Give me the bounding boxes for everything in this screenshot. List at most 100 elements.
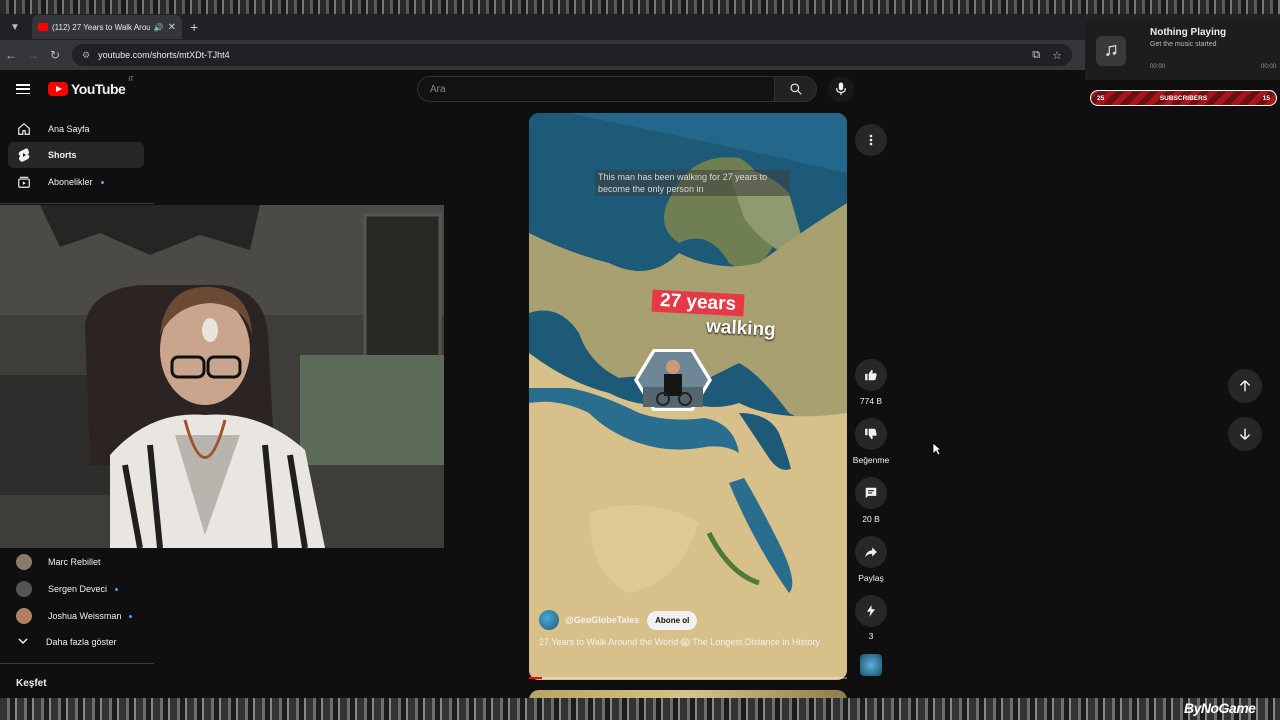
sidebar-item-subscriptions[interactable]: Abonelikler bbox=[8, 169, 144, 195]
menu-icon[interactable] bbox=[16, 84, 30, 94]
explore-heading: Keşfet bbox=[16, 678, 47, 689]
like-button[interactable] bbox=[855, 359, 887, 391]
video-caption: This man has been walking for 27 years t… bbox=[595, 170, 790, 196]
short-title[interactable]: 27 Years to Walk Around the World 😱 The … bbox=[539, 637, 839, 648]
thumbs-down-icon bbox=[865, 428, 877, 440]
tab-title: (112) 27 Years to Walk Arou bbox=[52, 22, 150, 32]
subscription-label: Marc Rebillet bbox=[48, 557, 101, 567]
remix-icon bbox=[866, 605, 876, 617]
remix-button[interactable] bbox=[855, 595, 887, 627]
dislike-label: Beğenme bbox=[852, 455, 890, 465]
shorts-icon bbox=[16, 147, 32, 163]
channel-avatar[interactable] bbox=[539, 610, 559, 630]
walker-portrait-hexagon bbox=[633, 347, 713, 413]
channel-name[interactable]: @GeoGlobeTales bbox=[565, 615, 639, 625]
subscription-label: Sergen Deveci bbox=[48, 584, 108, 594]
youtube-header: YouTube IT Ara bbox=[0, 70, 1085, 108]
search-icon bbox=[789, 83, 802, 95]
streamer-brand-logo: ByNoGame bbox=[1184, 700, 1256, 716]
comment-icon bbox=[865, 487, 877, 499]
share-arrow-icon bbox=[865, 547, 877, 558]
stream-frame-top bbox=[0, 0, 1280, 14]
subscription-marc-rebillet[interactable]: Marc Rebillet bbox=[8, 550, 152, 574]
chevron-down-icon bbox=[18, 637, 30, 647]
subscriptions-icon bbox=[16, 174, 32, 190]
remix-count: 3 bbox=[868, 631, 874, 641]
stream-frame-bottom bbox=[0, 698, 1280, 720]
logo-text: YouTube bbox=[71, 81, 126, 97]
youtube-favicon-icon bbox=[38, 23, 48, 31]
browser-tab[interactable]: (112) 27 Years to Walk Arou 🔊 ✕ bbox=[32, 15, 182, 39]
subscription-sergen-deveci[interactable]: Sergen Deveci bbox=[8, 577, 152, 601]
subs-current: 25 bbox=[1097, 94, 1105, 102]
channel-row: @GeoGlobeTales Abone ol bbox=[539, 610, 698, 630]
voice-search-button[interactable] bbox=[828, 76, 854, 102]
back-button[interactable]: ← bbox=[0, 48, 22, 62]
like-count: 774 B bbox=[859, 396, 883, 406]
sidebar-item-label: Ana Sayfa bbox=[48, 124, 90, 134]
subscription-joshua-weissman[interactable]: Joshua Weissman bbox=[8, 604, 152, 628]
search-bar: Ara bbox=[417, 76, 817, 102]
address-bar[interactable]: ⚙ youtube.com/shorts/mtXDt-TJht4 ⧉ ☆ bbox=[72, 44, 1072, 66]
close-tab-icon[interactable]: ✕ bbox=[168, 22, 176, 33]
subscription-label: Joshua Weissman bbox=[48, 611, 122, 621]
progress-fill bbox=[529, 677, 542, 679]
sidebar-item-label: Abonelikler bbox=[48, 177, 93, 187]
show-more-label: Daha fazla göster bbox=[46, 637, 117, 647]
sidebar-item-label: Shorts bbox=[48, 150, 77, 160]
share-label: Paylaş bbox=[858, 573, 884, 583]
webcam-image bbox=[0, 205, 444, 548]
previous-short-button[interactable] bbox=[1228, 369, 1262, 403]
next-short-button[interactable] bbox=[1228, 417, 1262, 451]
time-elapsed: 00:00 bbox=[1150, 64, 1166, 70]
site-info-icon[interactable]: ⚙ bbox=[82, 50, 90, 61]
subscriber-goal-bar: 25 SUBSCRIBERS 15 bbox=[1090, 90, 1277, 106]
search-input[interactable]: Ara bbox=[417, 76, 775, 102]
now-playing-title: Nothing Playing bbox=[1150, 27, 1227, 38]
video-headline-2: walking bbox=[705, 316, 777, 341]
show-more-button[interactable]: Daha fazla göster bbox=[8, 630, 152, 654]
avatar bbox=[16, 581, 32, 597]
sound-source-thumbnail[interactable] bbox=[860, 654, 882, 676]
sidebar-divider bbox=[0, 203, 154, 204]
sidebar-divider bbox=[0, 663, 154, 664]
new-tab-button[interactable]: + bbox=[190, 19, 198, 35]
comments-button[interactable] bbox=[855, 477, 887, 509]
thumbs-up-icon bbox=[865, 369, 877, 381]
url-text: youtube.com/shorts/mtXDt-TJht4 bbox=[98, 50, 230, 60]
region-code: IT bbox=[128, 77, 134, 83]
sidebar-item-home[interactable]: Ana Sayfa bbox=[8, 116, 144, 142]
tab-search-icon[interactable]: ▼ bbox=[4, 16, 26, 38]
subs-goal: 15 bbox=[1262, 94, 1270, 102]
music-note-icon bbox=[1096, 36, 1126, 66]
new-content-dot bbox=[100, 180, 104, 184]
new-content-dot bbox=[115, 587, 119, 591]
comment-count: 20 B bbox=[862, 514, 880, 524]
streamer-webcam bbox=[0, 205, 444, 548]
forward-button[interactable]: → bbox=[22, 48, 44, 62]
now-playing-times: 00:00 00:00 bbox=[1150, 64, 1276, 70]
mouse-cursor-icon bbox=[932, 442, 943, 461]
youtube-logo[interactable]: YouTube IT bbox=[48, 77, 134, 97]
new-content-dot bbox=[129, 614, 133, 618]
home-icon bbox=[16, 121, 32, 137]
avatar bbox=[16, 554, 32, 570]
dislike-button[interactable] bbox=[855, 418, 887, 450]
speaker-icon[interactable]: 🔊 bbox=[154, 23, 164, 32]
subscribe-button[interactable]: Abone ol bbox=[647, 610, 698, 630]
install-icon[interactable]: ⧉ bbox=[1032, 49, 1040, 62]
youtube-play-icon bbox=[48, 82, 68, 96]
more-options-button[interactable] bbox=[855, 124, 887, 156]
video-progress-bar[interactable] bbox=[529, 677, 847, 679]
arrow-down-icon bbox=[1239, 428, 1251, 440]
now-playing-subtitle: Get the music started bbox=[1150, 41, 1217, 48]
search-button[interactable] bbox=[775, 76, 817, 102]
share-button[interactable] bbox=[855, 536, 887, 568]
sidebar-item-shorts[interactable]: Shorts bbox=[8, 142, 144, 168]
bookmark-star-icon[interactable]: ☆ bbox=[1052, 49, 1062, 62]
time-total: 00:00 bbox=[1260, 64, 1276, 70]
subs-label: SUBSCRIBERS bbox=[1159, 94, 1208, 102]
reload-button[interactable]: ↻ bbox=[44, 48, 66, 62]
arrow-up-icon bbox=[1239, 380, 1251, 392]
avatar bbox=[16, 608, 32, 624]
